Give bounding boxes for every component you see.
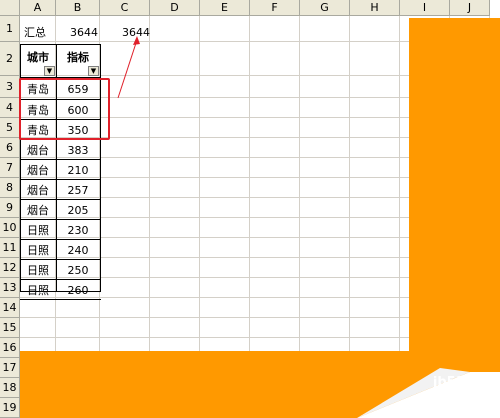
cell-city[interactable]: 烟台 <box>20 180 56 200</box>
cell-city[interactable]: 烟台 <box>20 140 56 160</box>
filter-dropdown-city[interactable]: ▼ <box>44 66 55 76</box>
column-header-e[interactable]: E <box>200 0 250 16</box>
column-header-d[interactable]: D <box>150 0 200 16</box>
cell-city[interactable]: 烟台 <box>20 200 56 220</box>
row-header-19[interactable]: 19 <box>0 398 20 418</box>
filter-dropdown-metric[interactable]: ▼ <box>88 66 99 76</box>
column-header-i[interactable]: I <box>400 0 450 16</box>
cell-metric[interactable]: 250 <box>56 260 100 280</box>
cell-metric[interactable]: 230 <box>56 220 100 240</box>
row-header-16[interactable]: 16 <box>0 338 20 358</box>
cell-metric[interactable]: 257 <box>56 180 100 200</box>
row-header-18[interactable]: 18 <box>0 378 20 398</box>
table-border-top <box>20 44 101 45</box>
cell-metric[interactable]: 205 <box>56 200 100 220</box>
cell-city[interactable]: 烟台 <box>20 160 56 180</box>
watermark-site: jb51.net <box>432 375 494 390</box>
row-header-4[interactable]: 4 <box>0 98 20 118</box>
column-header-b[interactable]: B <box>56 0 100 16</box>
row-header-13[interactable]: 13 <box>0 278 20 298</box>
row-header-2[interactable]: 2 <box>0 42 20 76</box>
table-border-bottom <box>20 291 101 292</box>
cell-city[interactable]: 日照 <box>20 240 56 260</box>
select-all-corner[interactable] <box>0 0 20 16</box>
cell-city[interactable]: 日照 <box>20 260 56 280</box>
row-header-1[interactable]: 1 <box>0 16 20 42</box>
cell-a1-summary-label[interactable]: 汇总 <box>24 24 46 40</box>
watermark-name: 脚本之家 <box>422 394 494 415</box>
spreadsheet: ABCDEFGHIJ 1 2 3 4 5 6 7 8 9 10 11 12 13 14 15 16 17 18 19… <box>0 0 500 418</box>
row-header-6[interactable]: 6 <box>0 138 20 158</box>
table-row-border <box>20 299 101 300</box>
cell-metric[interactable]: 383 <box>56 140 100 160</box>
cell-b1-summary-value[interactable]: 3644 <box>56 24 98 40</box>
cell-city[interactable]: 日照 <box>20 280 56 300</box>
column-header-f[interactable]: F <box>250 0 300 16</box>
row-header-8[interactable]: 8 <box>0 178 20 198</box>
chevron-down-icon: ▼ <box>46 67 53 75</box>
row-header-15[interactable]: 15 <box>0 318 20 338</box>
column-header-j[interactable]: J <box>450 0 490 16</box>
cell-metric[interactable]: 210 <box>56 160 100 180</box>
column-header-c[interactable]: C <box>100 0 150 16</box>
chevron-down-icon: ▼ <box>90 67 97 75</box>
cell-city[interactable]: 日照 <box>20 220 56 240</box>
row-header-17[interactable]: 17 <box>0 358 20 378</box>
cell-c1-summary-value[interactable]: 3644 <box>100 24 150 40</box>
cell-metric[interactable]: 260 <box>56 280 100 300</box>
column-header-g[interactable]: G <box>300 0 350 16</box>
watermark: jb51.net 脚本之家 <box>422 375 494 416</box>
row-header-14[interactable]: 14 <box>0 298 20 318</box>
highlight-box <box>19 78 110 140</box>
column-header-h[interactable]: H <box>350 0 400 16</box>
column-header-a[interactable]: A <box>20 0 56 16</box>
row-header-12[interactable]: 12 <box>0 258 20 278</box>
row-header-7[interactable]: 7 <box>0 158 20 178</box>
row-header-3[interactable]: 3 <box>0 76 20 98</box>
row-header-9[interactable]: 9 <box>0 198 20 218</box>
cell-metric[interactable]: 240 <box>56 240 100 260</box>
row-header-5[interactable]: 5 <box>0 118 20 138</box>
row-header-11[interactable]: 11 <box>0 238 20 258</box>
row-header-10[interactable]: 10 <box>0 218 20 238</box>
